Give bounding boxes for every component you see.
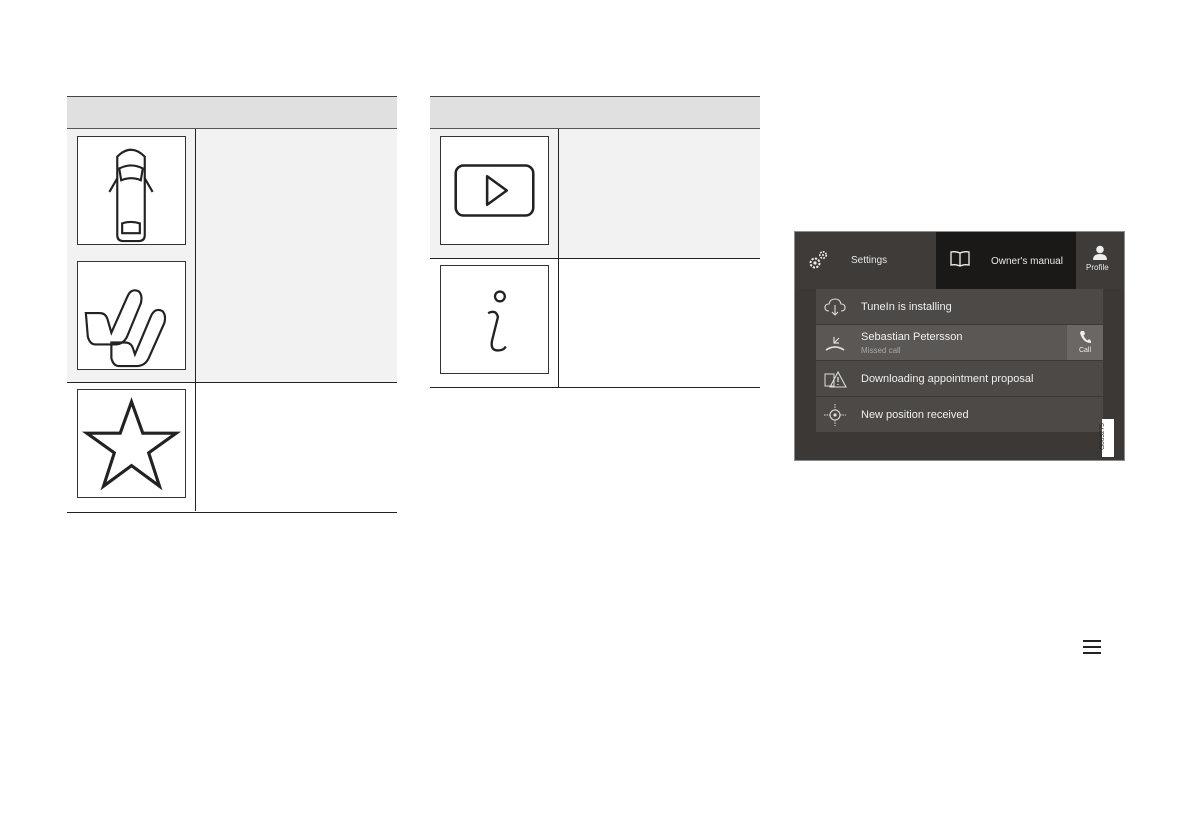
missed-call-icon — [825, 337, 845, 351]
position-icon — [824, 404, 846, 426]
image-code: G063275 — [1098, 419, 1114, 457]
play-icon — [440, 136, 549, 245]
settings-button[interactable]: Settings — [795, 232, 936, 289]
notification-subtitle: Missed call — [861, 346, 901, 355]
book-icon — [950, 251, 970, 267]
table-header — [67, 96, 397, 129]
settings-label: Settings — [851, 255, 888, 266]
notification-item[interactable]: Sebastian Petersson Missed call Call — [816, 325, 1103, 360]
owners-manual-tab[interactable]: Owner's manual — [936, 232, 1076, 289]
notification-title: Downloading appointment proposal — [861, 373, 1034, 385]
cloud-download-icon — [824, 298, 846, 316]
notification-title: New position received — [861, 409, 969, 421]
notification-title: TuneIn is installing — [861, 301, 952, 313]
description-cell — [196, 383, 397, 511]
notification-item[interactable]: TuneIn is installing — [816, 289, 1103, 324]
person-icon — [1093, 245, 1107, 260]
table-header — [430, 96, 760, 129]
image-code-text: G063275 — [1098, 423, 1106, 450]
car-doors-icon — [77, 136, 186, 245]
info-icon — [440, 265, 549, 374]
description-cell — [559, 259, 760, 388]
call-label: Call — [1078, 347, 1092, 354]
star-icon — [77, 389, 186, 498]
menu-icon[interactable] — [1083, 640, 1101, 654]
profile-label: Profile — [1086, 263, 1109, 272]
description-cell — [559, 129, 760, 258]
top-bar: Settings Owner's manual Profile — [795, 232, 1124, 289]
owners-manual-label: Owner's manual — [991, 256, 1063, 267]
phone-icon — [1080, 331, 1091, 343]
seats-icon — [77, 261, 186, 370]
notification-title: Sebastian Petersson — [861, 331, 963, 343]
gears-icon — [809, 250, 828, 269]
profile-button[interactable]: Profile — [1076, 232, 1124, 289]
description-cell — [196, 129, 397, 382]
center-display-screenshot: Settings Owner's manual Profile TuneIn i… — [794, 231, 1125, 461]
call-button[interactable]: Call — [1067, 325, 1103, 360]
notification-list: TuneIn is installing Sebastian Petersson… — [816, 289, 1103, 433]
notification-item[interactable]: New position received — [816, 397, 1103, 432]
notification-item[interactable]: Downloading appointment proposal — [816, 361, 1103, 396]
warning-document-icon — [824, 370, 847, 388]
